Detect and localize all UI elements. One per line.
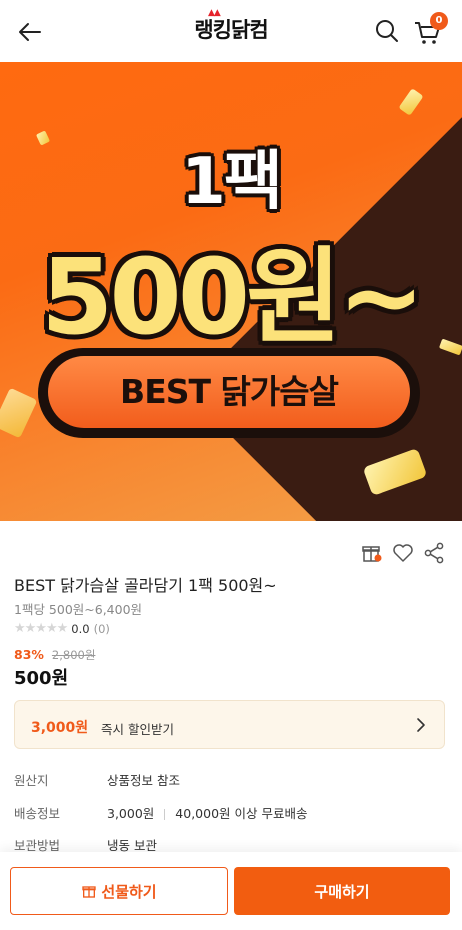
logo-text: 랭킹닭컴 — [194, 18, 268, 42]
banner-price-text: 500원~ — [41, 236, 425, 358]
cart-count-badge: 0 — [430, 12, 448, 30]
gift-button-label: 선물하기 — [101, 882, 157, 901]
discount-percent: 83% — [14, 647, 44, 662]
banner-pill-text: BEST 닭가슴살 — [48, 356, 410, 428]
divider — [164, 809, 166, 820]
free-shipping-threshold: 40,000원 이상 무료배송 — [175, 806, 308, 821]
search-icon[interactable] — [374, 18, 400, 44]
confetti — [398, 88, 424, 116]
shipping-fee: 3,000원 — [107, 806, 155, 821]
gift-icon — [82, 886, 97, 898]
coupon-amount: 3,000원 — [31, 720, 89, 736]
gift-icon[interactable] — [360, 541, 384, 565]
banner-pack-text: 1팩 — [181, 145, 282, 219]
product-title: BEST 닭가슴살 골라담기 1팩 500원~ — [14, 576, 277, 595]
discount-row: 83% 2,800원 — [14, 647, 95, 663]
unit-price-range: 1팩당 500원~6,400원 — [14, 602, 143, 617]
coupon-text: 즉시 할인받기 — [101, 722, 174, 737]
rating-value: 0.0 — [71, 621, 90, 636]
coupon-banner[interactable]: 3,000원 즉시 할인받기 — [14, 700, 445, 749]
shipping-label: 배송정보 — [14, 806, 61, 821]
chevron-right-icon — [417, 718, 425, 732]
original-price: 2,800원 — [51, 648, 96, 662]
confetti — [0, 387, 38, 439]
rating-row[interactable]: ★★★★★ 0.0 (0) — [14, 621, 110, 636]
origin-label: 원산지 — [14, 773, 49, 788]
share-icon[interactable] — [422, 541, 446, 565]
product-actions — [360, 541, 450, 567]
bottom-purchase-bar: 선물하기 구매하기 — [0, 852, 462, 930]
gift-button[interactable]: 선물하기 — [10, 867, 228, 915]
product-banner-image: 1팩 500원~ BEST 닭가슴살 — [0, 62, 462, 521]
heart-icon[interactable] — [391, 541, 415, 565]
star-rating-icons: ★★★★★ — [14, 621, 68, 636]
sale-price: 500원 — [14, 668, 69, 689]
origin-value: 상품정보 참조 — [107, 773, 180, 788]
buy-button[interactable]: 구매하기 — [234, 867, 450, 915]
crown-icon: ▲▲ — [208, 8, 221, 18]
review-count: (0) — [93, 621, 110, 636]
top-header: ▲▲ 랭킹닭컴 0 — [0, 0, 462, 62]
shipping-value: 3,000원 40,000원 이상 무료배송 — [107, 803, 307, 822]
